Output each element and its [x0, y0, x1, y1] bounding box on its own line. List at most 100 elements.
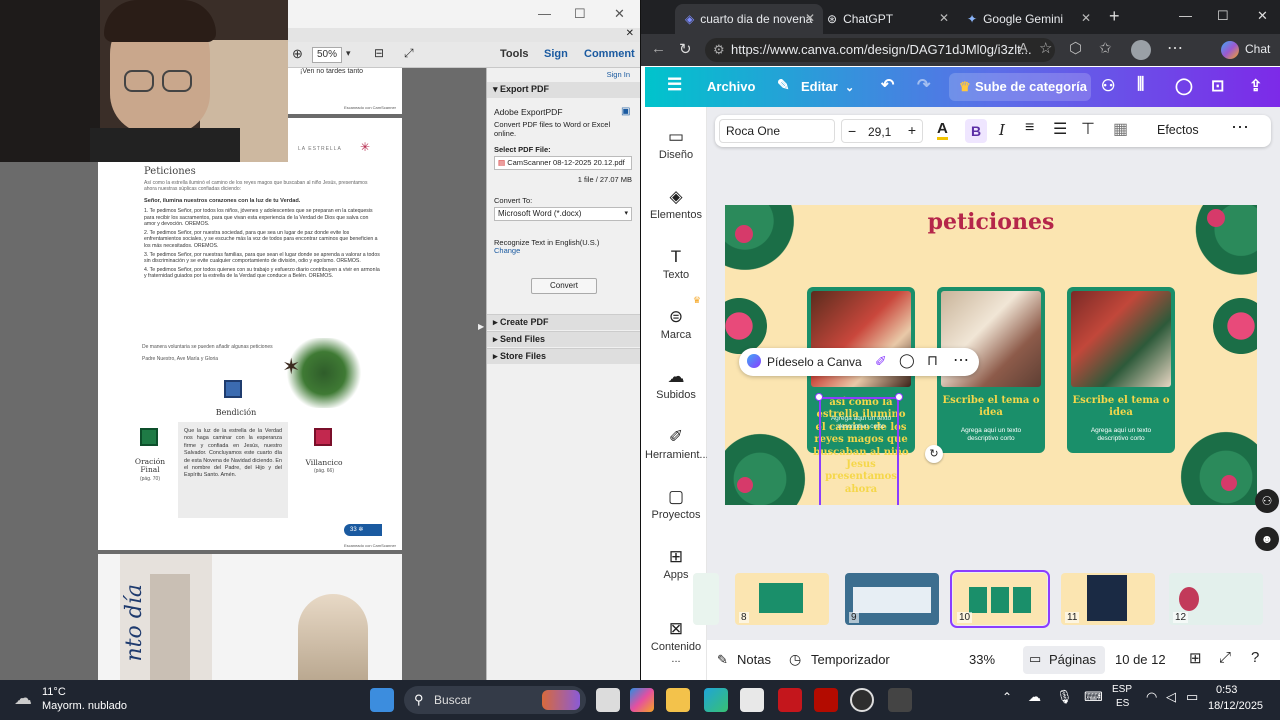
weather-temp[interactable]: 11°C [42, 686, 66, 698]
close-tab-icon[interactable]: ✕ [1081, 11, 1091, 25]
increase-size-button[interactable]: + [908, 122, 916, 138]
microphone-icon[interactable]: 🎙 [1056, 689, 1073, 705]
card-title-3[interactable]: Escribe el tema o idea [1071, 395, 1171, 419]
convert-to-select[interactable]: Microsoft Word (*.docx) ▾ [494, 207, 632, 221]
create-pdf-section[interactable]: ▸ Create PDF [487, 314, 640, 330]
font-family-select[interactable]: Roca One [719, 119, 835, 143]
magic-edit-icon[interactable]: ✐ [875, 353, 887, 370]
sign-in-link[interactable]: Sign In [607, 70, 630, 79]
sidebar-item-elementos[interactable]: ◈ Elementos [645, 187, 707, 221]
store-icon[interactable] [740, 688, 764, 712]
pane-collapse-handle[interactable]: ▶ [478, 322, 484, 331]
pages-button[interactable]: ▭ Páginas [1023, 646, 1105, 674]
upgrade-button[interactable]: ♛ Sube de categoría [949, 73, 1091, 101]
slide-title[interactable]: peticiones [725, 209, 1257, 235]
send-files-section[interactable]: ▸ Send Files [487, 331, 640, 347]
fullscreen-icon[interactable]: ⤢ [1219, 649, 1231, 666]
chatgpt-app-icon[interactable] [850, 688, 874, 712]
assistant-icon[interactable]: ⚇ [1255, 489, 1279, 513]
share-people-icon[interactable]: ⚇ [1101, 76, 1115, 96]
edge-browser-icon[interactable] [704, 688, 728, 712]
close-tab-icon[interactable]: ✕ [805, 11, 815, 25]
extensions-icon[interactable]: ⬡ [1069, 39, 1082, 57]
battery-icon[interactable]: ▭ [1186, 689, 1198, 705]
clock-date[interactable]: 18/12/2025 [1208, 700, 1263, 712]
more-menu-icon[interactable]: ⋯ [1167, 38, 1183, 58]
favorite-star-icon[interactable]: ☆ [1039, 39, 1052, 57]
comment-button[interactable]: Comment [584, 48, 635, 60]
antivirus-icon[interactable] [778, 688, 802, 712]
close-doc-icon[interactable]: ✕ [626, 28, 634, 39]
convert-button[interactable]: Convert [531, 278, 597, 294]
helper-bot-icon[interactable]: ☻ [1255, 527, 1279, 551]
close-icon[interactable]: ✕ [1257, 8, 1268, 24]
zoom-dropdown-icon[interactable]: ▾ [346, 48, 351, 59]
notes-button[interactable]: Notas [737, 652, 771, 667]
effects-button[interactable]: Efectos [1157, 123, 1199, 137]
timer-button[interactable]: Temporizador [811, 652, 890, 667]
redo-icon[interactable]: ↷ [917, 75, 930, 95]
selected-file-field[interactable]: ▤ CamScanner 08-12-2025 20.12.pdf [494, 156, 632, 170]
rotate-handle-icon[interactable]: ↻ [925, 445, 943, 463]
close-tab-icon[interactable]: ✕ [939, 11, 949, 25]
taskbar-search[interactable]: ⚲ Buscar [404, 686, 586, 714]
italic-button[interactable]: I [999, 121, 1005, 139]
show-hidden-icons[interactable]: ⌃ [1002, 690, 1012, 704]
present-icon[interactable]: ⊡ [1211, 76, 1224, 96]
transparency-icon[interactable]: ▦ [1113, 119, 1128, 139]
text-color-icon[interactable]: A [937, 121, 948, 140]
url-field[interactable]: ⚙ https://www.canva.com/design/DAG71dJMl… [705, 38, 1055, 62]
wifi-icon[interactable]: ◠ [1146, 689, 1157, 705]
language-code[interactable]: ESP [1112, 684, 1132, 695]
acrobat-icon[interactable] [814, 688, 838, 712]
export-pdf-header[interactable]: ▾ Export PDF [487, 82, 640, 98]
sidebar-item-herramientas[interactable]: ✐ Herramient... [645, 427, 709, 461]
lock-icon[interactable]: ⊓ [927, 352, 938, 369]
resize-handle[interactable] [895, 393, 903, 401]
back-icon[interactable]: ← [651, 40, 666, 57]
card-subtitle-3[interactable]: Agrega aquí un texto descriptivo corto [1075, 427, 1167, 443]
zoom-level[interactable]: 33% [969, 652, 995, 667]
copilot-icon[interactable] [1221, 41, 1239, 59]
tab-chatgpt[interactable]: ⊛ ChatGPT ✕ [817, 4, 957, 34]
page-thumb-9[interactable]: 9 [845, 573, 939, 625]
archivo-menu[interactable]: Archivo [707, 79, 755, 94]
page-thumb-11[interactable]: 11 [1061, 573, 1155, 625]
reload-icon[interactable]: ↻ [679, 40, 692, 58]
app-window-icon[interactable] [888, 688, 912, 712]
page-thumb-10-selected[interactable]: 10 [950, 570, 1050, 628]
grid-view-icon[interactable]: ⊞ [1189, 649, 1202, 667]
chat-button[interactable]: Chat [1245, 42, 1270, 56]
list-icon[interactable]: ☰ [1053, 119, 1067, 139]
resize-handle[interactable] [815, 393, 823, 401]
card-subtitle-2[interactable]: Agrega aquí un texto descriptivo corto [945, 427, 1037, 443]
fit-page-icon[interactable]: ⊟ [374, 46, 384, 60]
slide-canvas[interactable]: peticiones así como la estrella ilumino … [725, 205, 1257, 505]
decrease-size-button[interactable]: − [848, 123, 856, 139]
comment-icon[interactable]: ◯ [899, 352, 915, 369]
more-options-icon[interactable]: ⋯ [953, 350, 969, 370]
card-3[interactable]: Escribe el tema o idea Agrega aquí un te… [1067, 287, 1175, 453]
page-thumb-12[interactable]: 12 [1169, 573, 1263, 625]
more-options-icon[interactable]: ⋯ [1231, 117, 1249, 138]
sidebar-item-marca[interactable]: ⊜ Marca ♛ [645, 295, 707, 341]
editar-menu[interactable]: Editar [801, 79, 838, 94]
task-view-icon[interactable] [596, 688, 620, 712]
file-explorer-icon[interactable] [666, 688, 690, 712]
copilot-app-icon[interactable] [630, 688, 654, 712]
language-region[interactable]: ES [1116, 698, 1129, 709]
export-icon[interactable]: ⇪ [1249, 76, 1262, 96]
page-thumb-8[interactable]: 8 [735, 573, 829, 625]
tab-canva[interactable]: ◈ cuarto dia de novena ✕ [675, 4, 823, 34]
sidebar-item-subidos[interactable]: ☁ Subidos [645, 367, 707, 401]
card-title-2[interactable]: Escribe el tema o idea [941, 395, 1041, 419]
read-aloud-icon[interactable]: A [1019, 40, 1028, 55]
minimize-icon[interactable]: — [1179, 8, 1192, 23]
weather-desc[interactable]: Mayorm. nublado [42, 700, 127, 712]
undo-icon[interactable]: ↶ [881, 75, 894, 95]
maximize-icon[interactable]: ☐ [1217, 8, 1229, 24]
hamburger-menu-icon[interactable]: ☰ [667, 75, 682, 95]
keyboard-icon[interactable]: ⌨ [1084, 689, 1103, 705]
new-tab-icon[interactable]: + [1109, 6, 1120, 27]
maximize-icon[interactable]: ☐ [574, 6, 586, 22]
